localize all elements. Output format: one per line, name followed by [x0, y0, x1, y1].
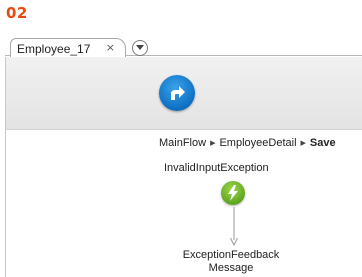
- breadcrumb: MainFlow ▶ EmployeeDetail ▶ Save: [159, 135, 336, 151]
- breadcrumb-item-save[interactable]: Save: [310, 137, 336, 149]
- flow-connector-arrow: [230, 207, 238, 247]
- flow-target-node[interactable]: ExceptionFeedback Message: [176, 249, 286, 275]
- flow-canvas: MainFlow ▶ EmployeeDetail ▶ Save Invalid…: [5, 129, 362, 277]
- document-tab-strip: Employee_17 ×: [5, 32, 362, 58]
- tab-label: Employee_17: [17, 41, 91, 56]
- breadcrumb-item-mainflow[interactable]: MainFlow: [159, 137, 206, 149]
- breadcrumb-item-employeedetail[interactable]: EmployeeDetail: [219, 137, 296, 149]
- step-number: 02: [6, 4, 28, 22]
- breadcrumb-separator-icon: ▶: [300, 140, 306, 147]
- target-label-line2: Message: [208, 262, 254, 274]
- target-label-line1: ExceptionFeedback: [182, 249, 280, 261]
- redirect-arrow-icon[interactable]: [159, 75, 195, 111]
- toolbar: [5, 57, 362, 129]
- close-icon[interactable]: ×: [106, 41, 115, 54]
- tab-employee-17[interactable]: Employee_17 ×: [10, 38, 126, 58]
- exception-handler-label: InvalidInputException: [164, 162, 269, 174]
- breadcrumb-separator-icon: ▶: [210, 140, 216, 147]
- lightning-icon[interactable]: [221, 181, 245, 205]
- chevron-down-icon[interactable]: [132, 40, 148, 56]
